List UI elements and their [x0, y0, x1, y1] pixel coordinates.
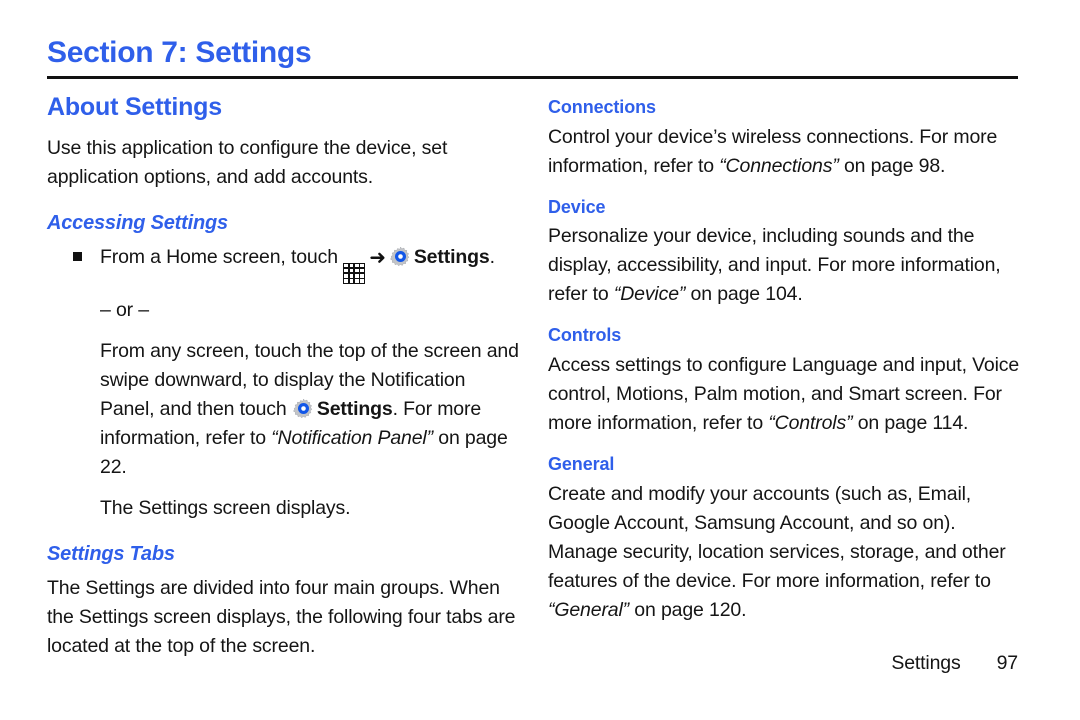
settings-label-bold: Settings [413, 246, 490, 269]
controls-body: Access settings to configure Language an… [548, 351, 1023, 438]
controls-text-tail: on page 114. [857, 412, 969, 435]
header-divider [47, 76, 1018, 79]
bullet-text-lead: From a Home screen, touch [100, 246, 338, 269]
page-title: Section 7: Settings [47, 36, 312, 69]
about-settings-heading: About Settings [47, 93, 222, 121]
group-general: General Create and modify your accounts … [548, 454, 1023, 625]
general-reference: “General” [548, 598, 630, 621]
device-text-tail: on page 104. [690, 283, 803, 306]
settings-tabs-heading: Settings Tabs [47, 542, 175, 565]
settings-gear-icon [390, 246, 410, 267]
general-text-tail: on page 120. [634, 598, 747, 621]
controls-reference: “Controls” [768, 412, 853, 435]
controls-heading: Controls [548, 325, 622, 346]
or-separator: – or – [100, 298, 149, 321]
group-connections: Connections Control your device’s wirele… [548, 97, 1023, 181]
accessing-bullet-text: From a Home screen, touch ➜ Settings. [100, 243, 522, 284]
notification-panel-reference: “Notification Panel” [271, 426, 433, 449]
accessing-result-text: The Settings screen displays. [100, 496, 351, 519]
right-column: Connections Control your device’s wirele… [548, 94, 1023, 641]
manual-page: Section 7: Settings About Settings Use t… [0, 0, 1080, 720]
connections-body: Control your device’s wireless connectio… [548, 123, 1023, 181]
connections-text-tail: on page 98. [843, 154, 946, 177]
group-controls: Controls Access settings to configure La… [548, 325, 1023, 438]
footer-section-label: Settings [891, 652, 961, 674]
connections-reference: “Connections” [719, 154, 839, 177]
settings-tabs-body: The Settings are divided into four main … [47, 576, 516, 657]
left-column: About Settings Use this application to c… [47, 94, 522, 661]
bullet-text-period: . [489, 246, 495, 269]
accessing-settings-heading: Accessing Settings [47, 212, 228, 235]
settings-label-bold: Settings [316, 397, 393, 420]
device-body: Personalize your device, including sound… [548, 222, 1023, 309]
device-heading: Device [548, 196, 606, 217]
arrow-right-icon: ➜ [369, 247, 386, 270]
accessing-bullet-item: From a Home screen, touch ➜ Settings. – o… [47, 243, 522, 522]
general-heading: General [548, 454, 615, 475]
accessing-alternate-text: From any screen, touch the top of the sc… [100, 337, 522, 482]
footer-page-number: 97 [996, 652, 1019, 674]
group-device: Device Personalize your device, includin… [548, 197, 1023, 310]
general-body: Create and modify your accounts (such as… [548, 480, 1023, 625]
general-text-lead: Create and modify your accounts (such as… [548, 482, 1006, 592]
device-reference: “Device” [613, 283, 686, 306]
settings-gear-icon [293, 398, 313, 418]
apps-grid-icon [343, 262, 366, 284]
about-settings-intro: Use this application to configure the de… [47, 137, 448, 189]
square-bullet-icon [73, 252, 82, 262]
connections-heading: Connections [548, 97, 656, 117]
page-footer: Settings 97 [0, 652, 1018, 675]
